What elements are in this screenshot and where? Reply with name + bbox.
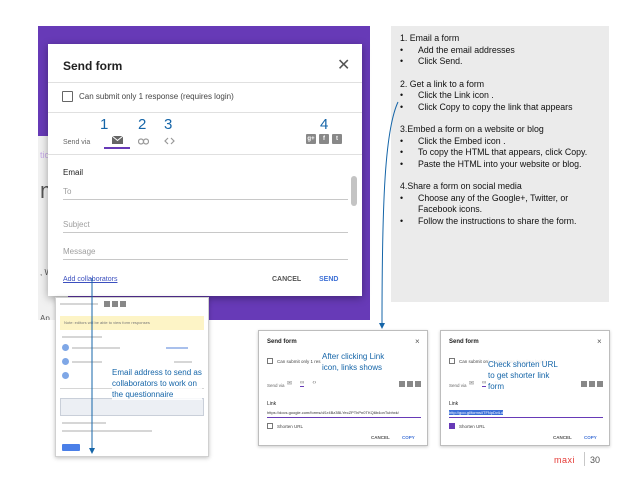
close-icon[interactable]: × (597, 337, 602, 346)
shorten-callout: Check shorten URL to get shorter link fo… (488, 359, 566, 392)
social-share-buttons (581, 381, 603, 387)
divider (584, 452, 585, 466)
one-response-option[interactable]: Can submit only 1 res (267, 358, 321, 364)
one-response-label: Can submit only 1 res (277, 358, 321, 364)
page-number: 30 (590, 455, 601, 465)
shorten-url-option[interactable]: Shorten URL (449, 423, 485, 429)
link-label: Link (267, 401, 277, 407)
checkbox[interactable] (449, 358, 455, 364)
google-plus-icon[interactable] (399, 381, 405, 387)
social-share-buttons (399, 381, 421, 387)
link-icon[interactable]: ∞ (482, 380, 487, 387)
shorten-url-label: Shorten URL (459, 423, 486, 429)
email-icon[interactable]: ✉ (469, 380, 474, 387)
twitter-icon[interactable] (597, 381, 603, 387)
embed-icon[interactable]: ‹› (312, 380, 316, 387)
short-link-url-field[interactable]: http://goo.gl/forms/iTFNpDvlLd (449, 410, 603, 418)
dialog-title: Send form (449, 339, 479, 345)
link-icon[interactable]: ∞ (300, 380, 305, 387)
shorten-url-checkbox[interactable] (449, 423, 455, 429)
facebook-icon[interactable] (589, 381, 595, 387)
close-icon[interactable]: × (415, 337, 420, 346)
send-via-tabs: ✉ ∞ ‹› (287, 380, 316, 387)
shorten-url-option[interactable]: Shorten URL (267, 423, 303, 429)
facebook-icon[interactable] (407, 381, 413, 387)
checkbox[interactable] (267, 358, 273, 364)
link-label: Link (449, 401, 459, 407)
shorten-url-checkbox[interactable] (267, 423, 273, 429)
copy-button[interactable]: COPY (402, 435, 415, 440)
short-link-url: http://goo.gl/forms/iTFNpDvlLd (449, 410, 504, 415)
email-icon[interactable]: ✉ (287, 380, 292, 387)
link-dialog-screenshot: Send form × Can submit only 1 res Send v… (258, 330, 428, 446)
cancel-button[interactable]: CANCEL (553, 435, 572, 440)
cancel-button[interactable]: CANCEL (371, 435, 390, 440)
twitter-icon[interactable] (415, 381, 421, 387)
send-via-label: Send via (449, 383, 467, 388)
send-via-label: Send via (267, 383, 285, 388)
copy-button[interactable]: COPY (584, 435, 597, 440)
shorten-url-label: Shorten URL (277, 423, 304, 429)
google-plus-icon[interactable] (581, 381, 587, 387)
dialog-title: Send form (267, 339, 297, 345)
maxi-logo: maxi (554, 455, 576, 465)
link-url-field[interactable]: https://docs.google.com/forms/d/1r4Bz3BL… (267, 410, 421, 418)
link-callout: After clicking Link icon, links shows (322, 351, 402, 373)
link-arrow (379, 101, 399, 329)
